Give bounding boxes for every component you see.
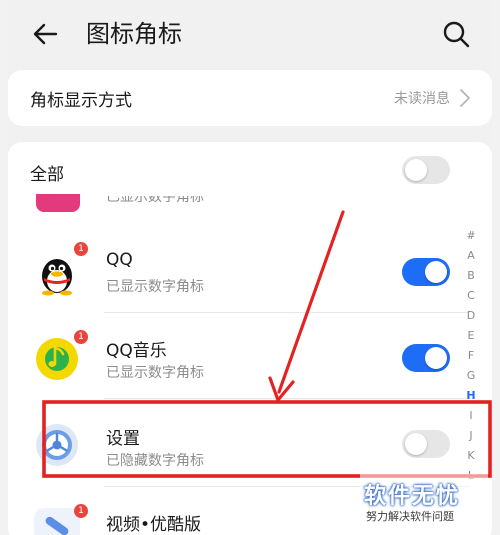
annotation-highlight-box bbox=[42, 400, 492, 478]
annotation-overlay bbox=[42, 210, 492, 478]
watermark-subtitle: 努力解决软件问题 bbox=[366, 510, 454, 523]
phone-screen: 图标角标 角标显示方式 未读消息 全部 已显示数字角标 1 QQ 已显示数字角标… bbox=[8, 0, 492, 535]
annotation-arrow-line bbox=[277, 210, 345, 394]
watermark: 软件无忧 努力解决软件问题 bbox=[360, 474, 488, 530]
watermark-title: 软件无忧 bbox=[364, 484, 461, 509]
